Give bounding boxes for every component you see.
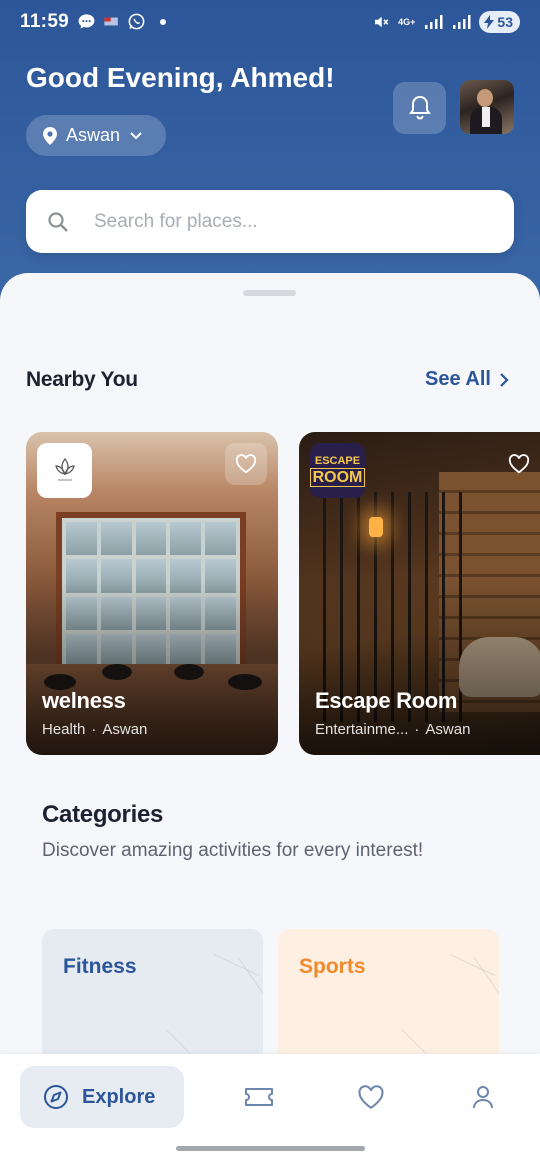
decorative-line <box>237 957 263 995</box>
location-label: Aswan <box>66 125 121 145</box>
lotus-logo-icon <box>54 457 75 480</box>
signal-icon <box>425 15 443 29</box>
chat-icon <box>78 14 95 29</box>
card-meta: Health · Aswan <box>42 721 147 738</box>
nav-explore-label: Explore <box>82 1085 156 1108</box>
bell-icon <box>408 95 431 120</box>
card-title: welness <box>42 688 126 713</box>
mute-icon <box>375 16 389 28</box>
favorite-button[interactable] <box>225 443 267 485</box>
search-input[interactable] <box>94 190 494 253</box>
home-indicator[interactable] <box>176 1146 365 1151</box>
categories-subtitle: Discover amazing activities for every in… <box>42 840 424 861</box>
meta-separator: · <box>91 721 97 738</box>
nearby-title: Nearby You <box>26 368 138 391</box>
card-category: Entertainme... <box>315 721 409 738</box>
greeting-title: Good Evening, Ahmed! <box>26 62 335 93</box>
user-icon <box>473 1086 493 1109</box>
category-label: Fitness <box>63 955 137 978</box>
battery-indicator: 53 <box>479 11 520 33</box>
search-bar[interactable] <box>26 190 514 253</box>
categories-title: Categories <box>42 801 164 828</box>
location-pin-icon <box>43 126 57 145</box>
card-location: Aswan <box>425 721 471 738</box>
signal-icon-2 <box>453 15 471 29</box>
nav-profile[interactable] <box>467 1081 499 1113</box>
meta-separator: · <box>414 721 420 738</box>
battery-level: 53 <box>497 14 513 30</box>
status-notification-icons <box>77 12 166 31</box>
more-notifications-dot <box>160 18 166 25</box>
card-title: Escape Room <box>315 688 458 713</box>
heart-outline-icon <box>508 454 530 474</box>
charging-icon <box>484 15 495 29</box>
avatar[interactable] <box>460 80 514 134</box>
see-all-label: See All <box>425 368 491 390</box>
avatar-face <box>477 89 493 107</box>
chevron-right-icon <box>500 372 509 387</box>
location-selector[interactable]: Aswan <box>26 115 166 156</box>
avatar-shirt <box>482 107 490 127</box>
bottom-nav: Explore <box>0 1054 540 1158</box>
card-category: Health <box>42 721 86 738</box>
status-system-icons: 4G+ 53 <box>372 11 520 33</box>
status-bar: 11:59 4G+ 53 <box>0 0 540 46</box>
heart-outline-icon <box>235 454 257 474</box>
notifications-button[interactable] <box>393 82 446 134</box>
category-card-sports[interactable]: Sports <box>278 929 499 1069</box>
nav-tickets[interactable] <box>243 1081 275 1113</box>
search-icon <box>48 212 68 232</box>
category-card-fitness[interactable]: Fitness <box>42 929 263 1069</box>
place-logo <box>37 443 92 498</box>
network-type: 4G+ <box>398 16 416 27</box>
heart-icon <box>358 1084 384 1109</box>
status-time: 11:59 <box>20 11 70 32</box>
nav-favorites[interactable] <box>355 1081 387 1113</box>
chevron-down-icon <box>130 131 142 139</box>
drag-handle[interactable] <box>243 290 296 296</box>
place-logo: ESCAPE ROOM <box>309 443 366 498</box>
favorite-button[interactable] <box>498 443 540 485</box>
card-meta: Entertainme... · Aswan <box>315 721 470 738</box>
flag-icon <box>104 17 118 26</box>
compass-icon <box>44 1085 68 1109</box>
ticket-icon <box>245 1088 273 1106</box>
whatsapp-icon <box>128 13 145 30</box>
place-card-escape-room[interactable]: ESCAPE ROOM Escape Room Entertainme... ·… <box>299 432 540 755</box>
decorative-line <box>473 957 499 995</box>
logo-text-bottom: ROOM <box>309 467 366 487</box>
see-all-link[interactable]: See All <box>425 368 509 391</box>
header: 11:59 4G+ 53 Good Evening, Ahmed! Aswan <box>0 0 540 300</box>
logo-text-top: ESCAPE <box>314 454 361 467</box>
nav-explore[interactable]: Explore <box>20 1066 184 1128</box>
card-location: Aswan <box>102 721 148 738</box>
place-card-welness[interactable]: welness Health · Aswan <box>26 432 278 755</box>
category-label: Sports <box>299 955 366 978</box>
